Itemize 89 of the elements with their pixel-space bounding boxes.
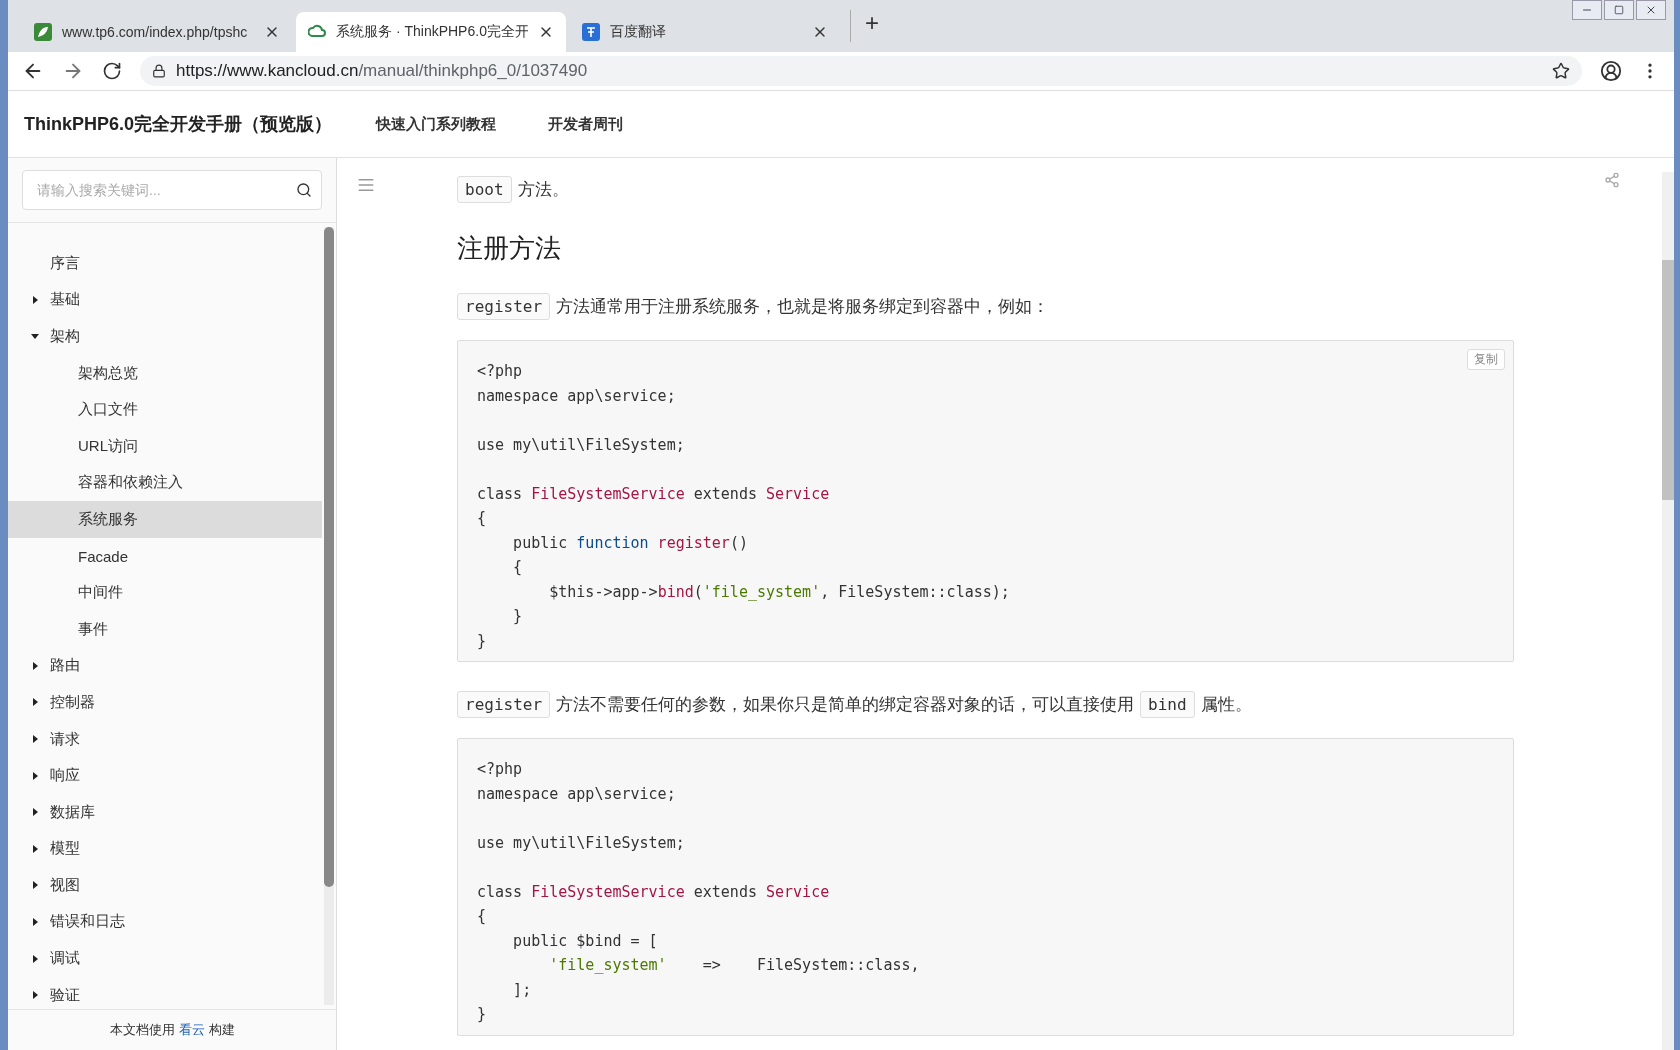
- sidebar-item[interactable]: 调试: [8, 940, 322, 977]
- caret-right-icon: [31, 698, 39, 707]
- copy-button[interactable]: 复制: [1467, 349, 1505, 370]
- browser-tab[interactable]: 系统服务 · ThinkPHP6.0完全开: [296, 12, 566, 52]
- caret-right-icon: [31, 881, 39, 890]
- browser-tab[interactable]: www.tp6.com/index.php/tpshc: [22, 12, 292, 52]
- sidebar-item[interactable]: 模型: [8, 830, 322, 868]
- caret-right-icon: [31, 661, 39, 670]
- sidebar-item[interactable]: 基础: [8, 281, 322, 319]
- tab-title: 系统服务 · ThinkPHP6.0完全开: [336, 23, 528, 41]
- code-line: 'file_system' => FileSystem::class,: [548, 955, 921, 976]
- code-line: }: [477, 630, 488, 652]
- sidebar-item[interactable]: 数据库: [8, 793, 322, 831]
- paragraph: boot 方法。: [451, 173, 1514, 206]
- caret-down-icon: [31, 332, 39, 341]
- sidebar-item[interactable]: 架构: [8, 318, 322, 355]
- scrollbar[interactable]: [324, 227, 334, 1005]
- caret-right-icon: [31, 844, 39, 853]
- inline-code: register: [457, 691, 551, 718]
- maximize-icon: [1614, 5, 1624, 15]
- code-line: public function register(): [512, 532, 749, 554]
- site-title: ThinkPHP6.0完全开发手册（预览版）: [24, 113, 333, 136]
- lock-icon: [152, 64, 166, 78]
- profile-icon[interactable]: [1600, 60, 1622, 82]
- sidebar-item[interactable]: 容器和依赖注入: [8, 464, 322, 502]
- url-text: https://www.kancloud.cn/manual/thinkphp6_0/1037490: [176, 61, 588, 81]
- address-field[interactable]: https://www.kancloud.cn/manual/thinkphp6_0/1037490: [140, 56, 1582, 86]
- code-line: class FileSystemService extends Service: [477, 483, 831, 505]
- leaf-icon: [34, 23, 52, 41]
- code-line: $this->app->bind('file_system', FileSystem::class);: [548, 581, 1011, 603]
- sidebar-item[interactable]: Facade: [8, 537, 322, 575]
- caret-right-icon: [31, 991, 39, 1000]
- code-line: <?php: [477, 759, 524, 780]
- sidebar-item[interactable]: 入口文件: [8, 391, 322, 428]
- sidebar-item[interactable]: 事件: [8, 610, 322, 648]
- footer-text: 构建: [208, 1021, 235, 1039]
- new-tab-button[interactable]: +: [850, 10, 893, 42]
- sidebar-item[interactable]: 响应: [8, 757, 322, 794]
- sidebar-item[interactable]: 架构总览: [8, 354, 322, 392]
- code-line: use my\util\FileSystem;: [477, 434, 686, 456]
- code-line: }: [512, 606, 524, 627]
- sidebar-item[interactable]: 系统服务: [8, 501, 322, 538]
- sidebar-item[interactable]: 验证: [8, 976, 322, 1009]
- code-line: namespace app\service;: [477, 385, 677, 407]
- sidebar-item[interactable]: 请求: [8, 720, 322, 758]
- footer-text: 本文档使用: [109, 1021, 175, 1039]
- sidebar-item[interactable]: 错误和日志: [8, 903, 322, 941]
- sidebar-item[interactable]: 中间件: [8, 574, 322, 611]
- close-icon: [1645, 4, 1657, 16]
- code-line: {: [477, 906, 488, 927]
- caret-right-icon: [31, 918, 39, 926]
- code-line: ];: [512, 979, 533, 1001]
- cloud-icon: [308, 24, 326, 40]
- nav-link[interactable]: 快速入门系列教程: [376, 114, 497, 134]
- inline-code: boot: [457, 176, 512, 203]
- code-line: public $bind = [: [512, 930, 659, 952]
- code-line: class FileSystemService extends Service: [477, 881, 831, 903]
- sidebar-item[interactable]: 控制器: [8, 684, 322, 721]
- caret-right-icon: [31, 771, 39, 780]
- nav-link[interactable]: 开发者周刊: [548, 114, 624, 134]
- search-icon[interactable]: [296, 182, 312, 198]
- browser-tab[interactable]: 百度翻译: [570, 12, 840, 52]
- scrollbar[interactable]: [1662, 172, 1674, 1050]
- inline-code: register: [457, 293, 551, 320]
- paragraph: register 方法通常用于注册系统服务，也就是将服务绑定到容器中，例如：: [451, 290, 1514, 323]
- sidebar-item[interactable]: 路由: [8, 647, 322, 685]
- code-line: use my\util\FileSystem;: [477, 832, 686, 854]
- paragraph: register 方法不需要任何的参数，如果你只是简单的绑定容器对象的话，可以直接使用 bind 属性。: [451, 688, 1514, 721]
- code-line: {: [477, 508, 488, 529]
- translate-icon: [582, 23, 600, 41]
- search-field[interactable]: 请输入搜索关键词...: [22, 170, 322, 210]
- code-line: }: [477, 1004, 488, 1025]
- footer-link[interactable]: 看云: [178, 1021, 205, 1039]
- bookmark-star-icon[interactable]: [1552, 62, 1570, 80]
- code-line: {: [512, 557, 524, 578]
- section-heading: 注册方法: [457, 232, 562, 265]
- inline-code: bind: [1140, 691, 1195, 718]
- tab-title: 百度翻译: [610, 23, 667, 41]
- caret-right-icon: [31, 295, 39, 304]
- sidebar-item[interactable]: 视图: [8, 867, 322, 904]
- caret-right-icon: [31, 735, 39, 743]
- code-line: namespace app\service;: [477, 783, 677, 805]
- sidebar-item[interactable]: 序言: [8, 245, 322, 282]
- reload-icon[interactable]: [102, 61, 122, 81]
- maximize-button[interactable]: [1604, 0, 1634, 20]
- caret-right-icon: [31, 954, 39, 963]
- sidebar-item[interactable]: URL访问: [8, 427, 322, 465]
- tab-title: www.tp6.com/index.php/tpshc: [62, 24, 249, 40]
- caret-right-icon: [31, 808, 39, 817]
